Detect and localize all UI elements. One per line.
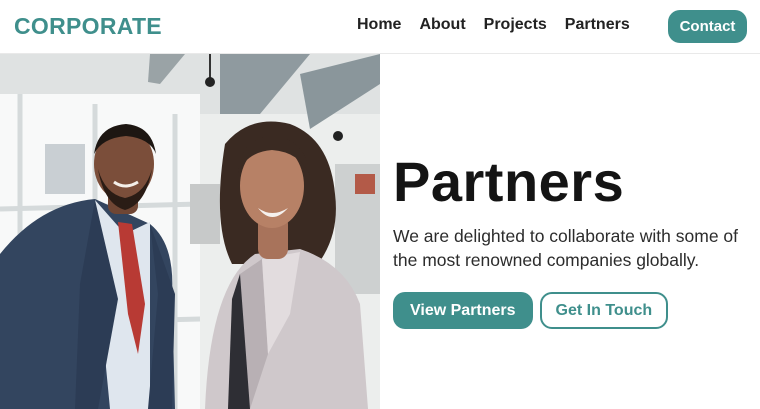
get-in-touch-button[interactable]: Get In Touch xyxy=(539,292,669,329)
hero-title: Partners xyxy=(393,150,625,213)
nav-link-home[interactable]: Home xyxy=(357,16,401,34)
brand-logo[interactable]: CORPORATE xyxy=(14,13,162,40)
hero-actions: View Partners Get In Touch xyxy=(393,292,669,329)
view-partners-button[interactable]: View Partners xyxy=(393,292,533,329)
nav-link-projects[interactable]: Projects xyxy=(484,16,547,34)
nav-link-partners[interactable]: Partners xyxy=(565,16,630,34)
nav-link-about[interactable]: About xyxy=(419,16,465,34)
navbar: CORPORATE Home About Projects Partners C… xyxy=(0,0,760,54)
hero-image xyxy=(0,54,380,409)
main-nav: Home About Projects Partners xyxy=(357,16,630,34)
contact-button[interactable]: Contact xyxy=(668,10,747,43)
hero-content: Partners We are delighted to collaborate… xyxy=(393,150,743,272)
business-people-photo xyxy=(0,54,380,409)
hero-description: We are delighted to collaborate with som… xyxy=(393,226,739,270)
